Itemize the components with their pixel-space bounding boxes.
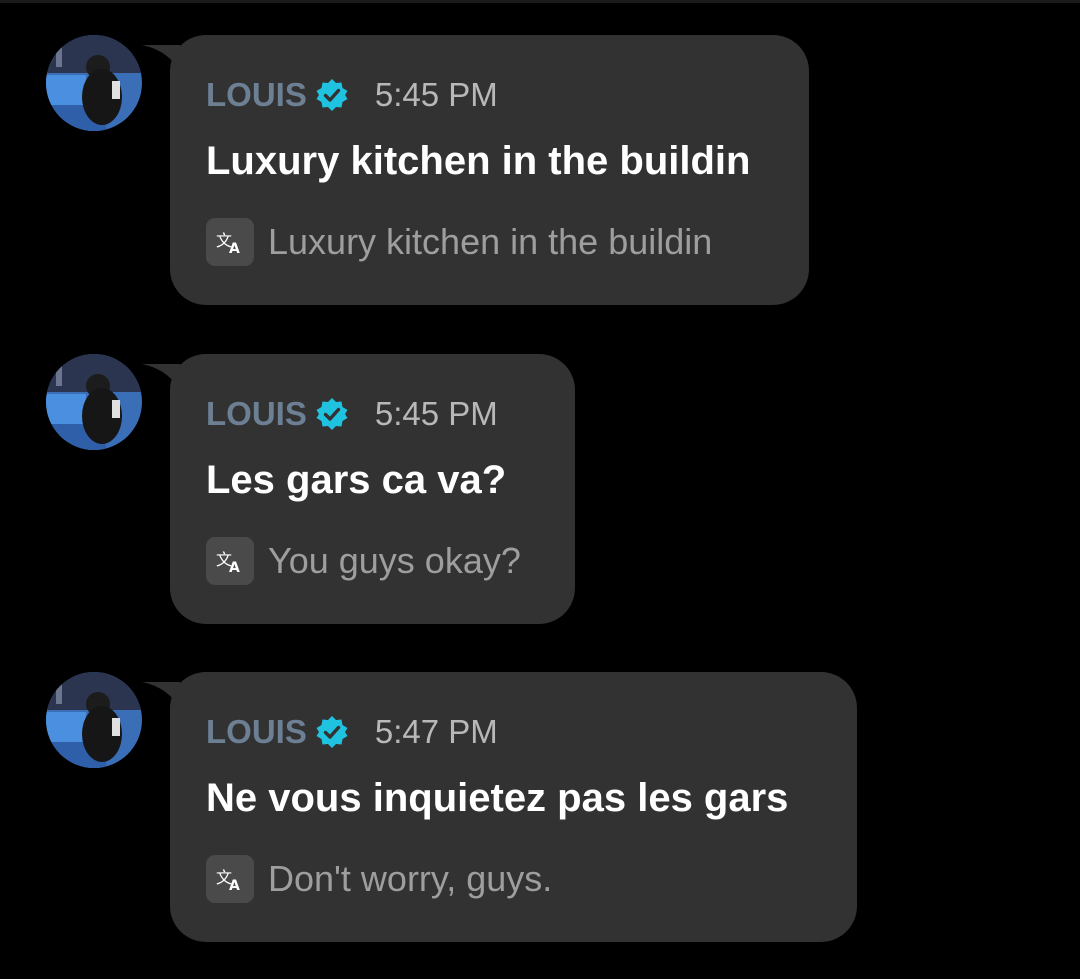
- translated-text: Luxury kitchen in the buildin: [268, 221, 713, 262]
- message-timestamp: 5:45 PM: [374, 395, 498, 432]
- translate-icon[interactable]: 文 A: [206, 855, 254, 903]
- translation-row[interactable]: 文 A You guys okay?: [206, 536, 521, 586]
- sender-name[interactable]: LOUIS: [206, 713, 307, 751]
- message-timestamp: 5:47 PM: [374, 713, 498, 750]
- avatar-icon[interactable]: [46, 35, 142, 131]
- svg-text:A: A: [229, 560, 240, 576]
- translate-icon[interactable]: 文 A: [206, 537, 254, 585]
- verified-badge-icon: [316, 716, 348, 748]
- svg-text:A: A: [229, 878, 240, 894]
- avatar-icon[interactable]: [46, 354, 142, 450]
- svg-text:A: A: [229, 241, 240, 257]
- avatar-icon[interactable]: [46, 672, 142, 768]
- message-text: Les gars ca va?: [206, 458, 507, 502]
- message-bubble[interactable]: LOUIS 5:45 PM Luxury kitchen in the buil…: [170, 35, 809, 305]
- translated-text: You guys okay?: [268, 540, 521, 581]
- translated-text: Don't worry, guys.: [268, 858, 553, 899]
- message-bubble[interactable]: LOUIS 5:47 PM Ne vous inquietez pas les …: [170, 672, 857, 942]
- message-bubble[interactable]: LOUIS 5:45 PM Les gars ca va? 文 A You gu…: [170, 354, 575, 624]
- message-timestamp: 5:45 PM: [374, 76, 498, 113]
- translation-row[interactable]: 文 A Luxury kitchen in the buildin: [206, 217, 712, 267]
- sender-name[interactable]: LOUIS: [206, 76, 307, 114]
- sender-name[interactable]: LOUIS: [206, 395, 307, 433]
- verified-badge-icon: [316, 398, 348, 430]
- translate-icon[interactable]: 文 A: [206, 218, 254, 266]
- message-header: LOUIS 5:45 PM: [206, 394, 498, 434]
- message-header: LOUIS 5:47 PM: [206, 712, 498, 752]
- verified-badge-icon: [316, 79, 348, 111]
- message-text: Ne vous inquietez pas les gars: [206, 776, 789, 820]
- top-divider: [0, 0, 1080, 3]
- translation-row[interactable]: 文 A Don't worry, guys.: [206, 854, 552, 904]
- message-header: LOUIS 5:45 PM: [206, 75, 498, 115]
- message-text: Luxury kitchen in the buildin: [206, 139, 751, 183]
